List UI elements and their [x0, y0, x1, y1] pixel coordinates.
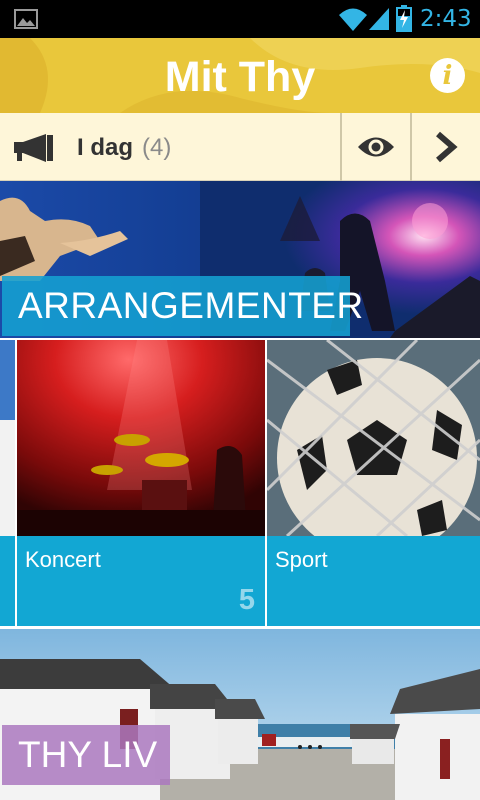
today-count: (4) [142, 134, 172, 161]
thy-liv-banner[interactable]: THY LIV [0, 629, 480, 800]
today-label: I dag [77, 134, 134, 161]
info-button[interactable]: i [430, 58, 465, 93]
arrangementer-label-box: ARRANGEMENTER [2, 276, 363, 336]
category-card-partial[interactable] [0, 340, 15, 626]
view-button[interactable] [342, 113, 410, 181]
app-title: Mit Thy [164, 53, 316, 101]
battery-charging-icon [396, 5, 412, 32]
eye-icon [358, 137, 394, 157]
category-count: 5 [238, 584, 255, 616]
megaphone-icon [14, 134, 53, 162]
partial-card-image [0, 340, 15, 626]
app-header: Mit Thy i [0, 38, 480, 113]
thy-liv-label-box: THY LIV [2, 725, 170, 785]
category-card[interactable]: Sport [267, 340, 480, 626]
section-title: THY LIV [18, 734, 158, 775]
arrangementer-banner[interactable]: ARRANGEMENTER [0, 181, 480, 338]
category-name: Sport [275, 547, 328, 572]
today-bar[interactable]: I dag (4) [0, 113, 480, 181]
football-net-photo [267, 340, 480, 536]
category-footer: Koncert 5 [17, 536, 265, 626]
wifi-icon [339, 8, 367, 31]
category-row: Koncert 5 Sport [0, 338, 480, 626]
cell-signal-icon [369, 8, 389, 30]
section-title: ARRANGEMENTER [18, 285, 364, 326]
status-bar: 2:43 [0, 0, 480, 38]
category-footer: Sport [267, 536, 480, 626]
next-button[interactable] [412, 113, 480, 181]
clock: 2:43 [420, 6, 472, 32]
category-name: Koncert [25, 547, 101, 572]
category-card[interactable]: Koncert 5 [17, 340, 265, 626]
image-notification-icon [14, 9, 38, 29]
concert-stage-photo [17, 340, 265, 536]
info-icon: i [442, 61, 453, 91]
chevron-right-icon [436, 131, 458, 163]
